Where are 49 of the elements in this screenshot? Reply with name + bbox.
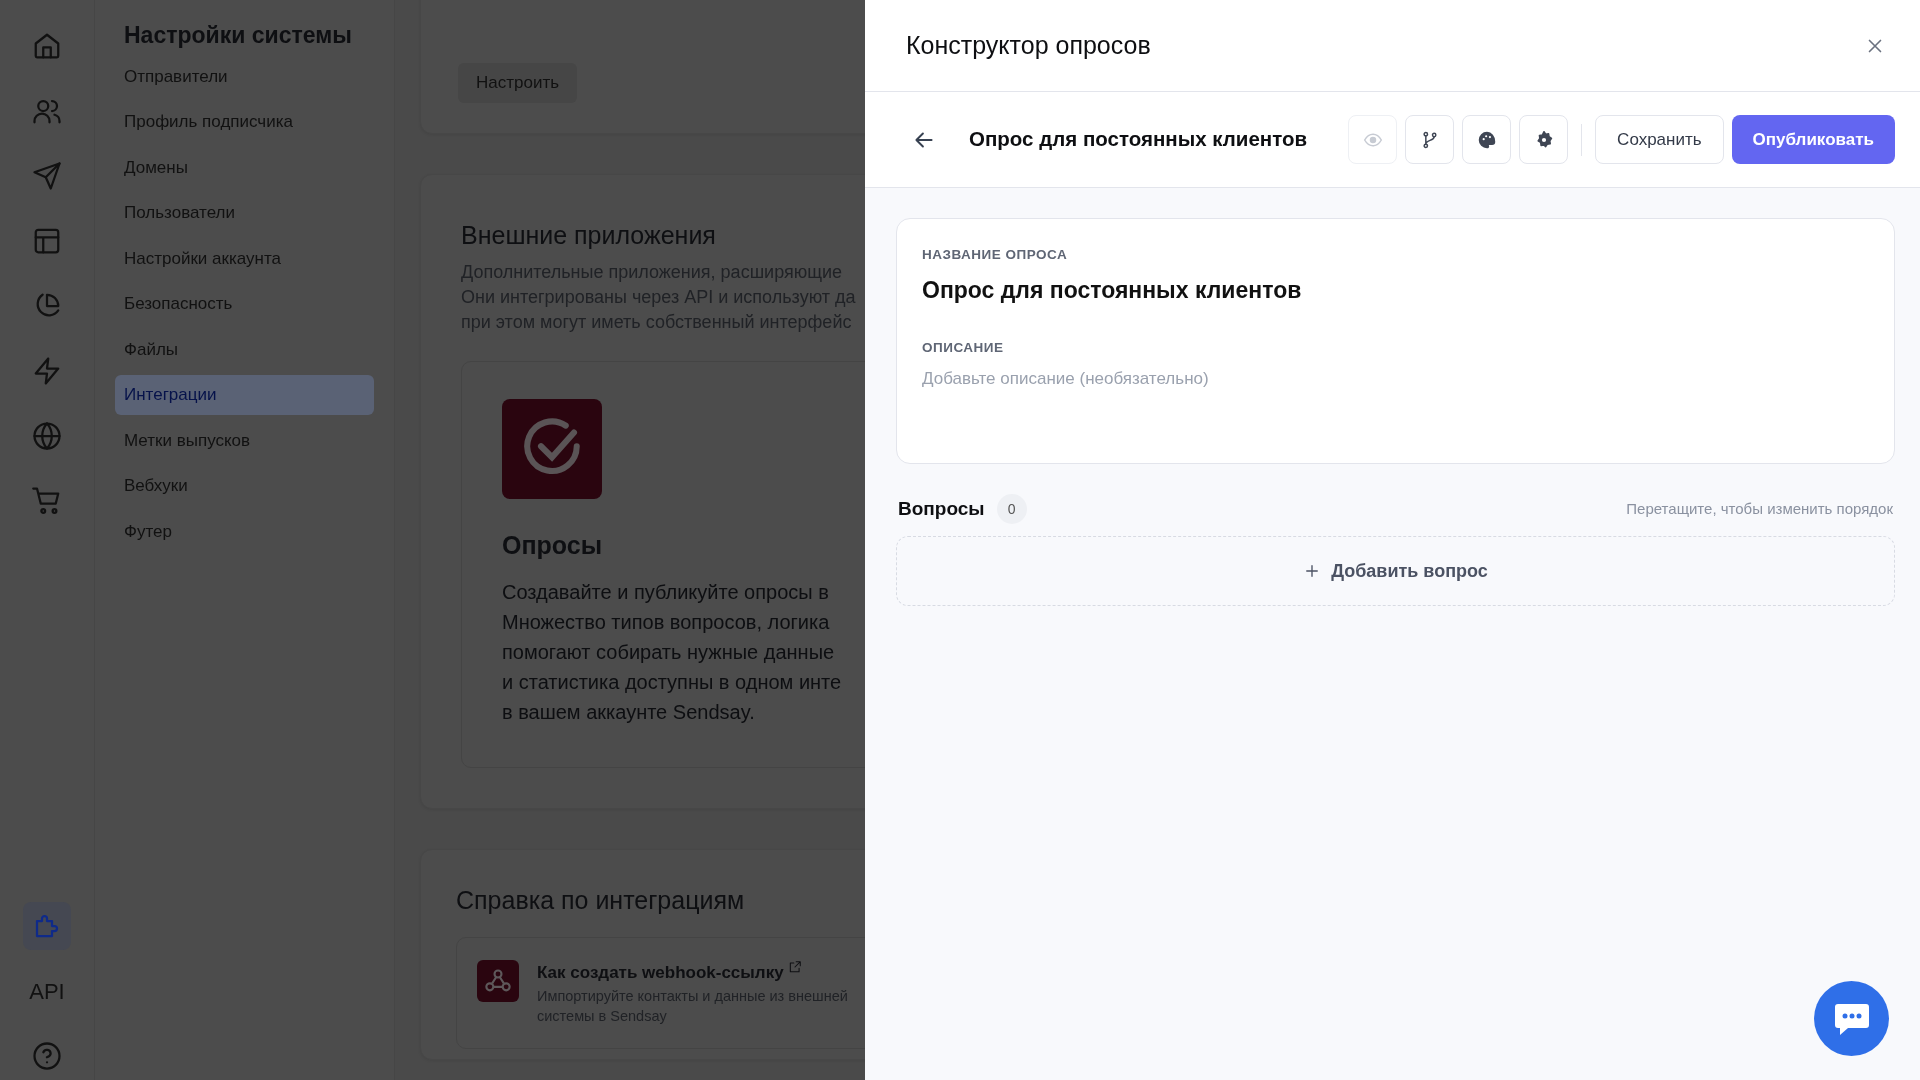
sidebar-item[interactable]: Отправители [115,56,374,96]
sidebar-item[interactable]: Домены [115,147,374,187]
api-link[interactable]: API [23,967,71,1015]
description-line: в вашем аккаунте Sendsay. [502,699,755,725]
app-title: Опросы [502,530,603,561]
sidebar-item[interactable]: Профиль подписчика [115,102,374,142]
section-title: Вопросы [898,496,985,521]
survey-title: Опрос для постоянных клиентов [969,126,1309,153]
sidebar-item[interactable]: Файлы [115,329,374,369]
field-label: ОПИСАНИЕ [922,338,1005,357]
puzzle-nav-item[interactable] [23,902,71,950]
hint-text: Перетащите, чтобы изменить порядок [1626,498,1893,519]
save-button[interactable]: Сохранить [1595,114,1724,165]
section-title: Справка по интеграциям [456,884,746,916]
sidebar-item[interactable]: Безопасность [115,284,374,324]
help-icon[interactable] [32,1041,62,1071]
sidebar-item[interactable]: Настройки аккаунта [115,238,374,278]
webhook-logo [477,960,519,1002]
layout-icon[interactable] [32,226,62,256]
chat-icon [1833,1001,1870,1036]
publish-button[interactable]: Опубликовать [1731,114,1895,165]
description-line: Создавайте и публикуйте опросы в [502,579,829,605]
settings-button[interactable] [1519,115,1569,164]
description-field[interactable]: Добавьте описание (необязательно) [922,366,1869,416]
sidebar-item[interactable]: Метки выпусков [115,420,374,460]
sidebar-item[interactable]: Пользователи [115,193,374,233]
sidebar-title: Настройки системы [124,21,353,50]
description-line: и статистика доступны в одном инте [502,669,842,695]
survey-name-field[interactable]: Опрос для постоянных клиентов [922,273,1869,308]
logic-button[interactable] [1405,115,1455,164]
lightning-icon[interactable] [32,356,62,386]
home-icon[interactable] [32,31,62,61]
drawer-title: Конструктор опросов [906,29,1151,61]
sidebar-item[interactable]: Вебхуки [115,466,374,506]
count-badge: 0 [996,494,1027,524]
article-link[interactable]: Как создать webhook-ссылку [537,960,784,986]
send-icon[interactable] [32,161,62,191]
section-title: Внешние приложения [461,219,717,251]
globe-icon[interactable] [32,421,62,451]
sidebar-item[interactable]: Футер [115,511,374,551]
sidebar-item[interactable]: Интеграции [115,375,374,415]
field-label: НАЗВАНИЕ ОПРОСА [922,246,1069,264]
cart-icon[interactable] [32,486,62,516]
description-line: помогают собирать нужные данные [502,639,835,665]
theme-button[interactable] [1462,115,1512,164]
palette-icon [1476,129,1497,150]
add-question-button[interactable]: Добавить вопрос [896,536,1895,606]
external-link-icon [787,960,802,974]
description-line: Множество типов вопросов, логика [502,609,830,635]
